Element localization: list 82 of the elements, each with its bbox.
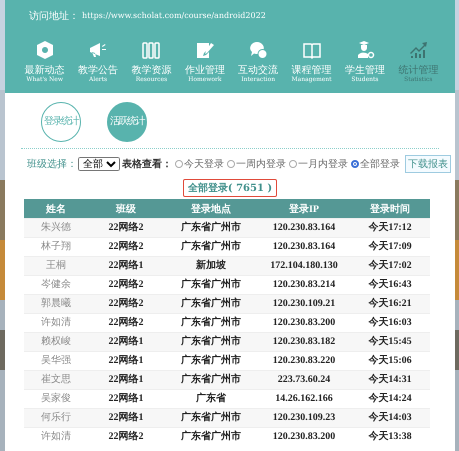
table-cell: 120.230.83.220 <box>258 352 350 370</box>
table-cell: 120.230.83.164 <box>258 218 350 238</box>
table-cell: 22网络1 <box>88 332 164 352</box>
column-header: 班级 <box>88 199 164 218</box>
table-cell: 广东省广州市 <box>164 370 258 390</box>
column-header: 登录IP <box>258 199 350 218</box>
class-label: 班级选择： <box>27 158 77 171</box>
table-cell: 赖权峻 <box>24 332 88 352</box>
table-cell: 今天14:31 <box>350 370 430 390</box>
table-cell: 郭晨曦 <box>24 294 88 314</box>
radio-button[interactable] <box>351 160 359 168</box>
stat-tab[interactable]: 登录统计 <box>41 102 81 142</box>
view-label: 表格查看： <box>122 158 172 171</box>
table-cell: 广东省广州市 <box>164 314 258 332</box>
radio-button[interactable] <box>289 160 297 168</box>
table-cell: 吴华强 <box>24 352 88 370</box>
table-cell: 22网络2 <box>88 276 164 294</box>
table-cell: 172.104.180.130 <box>258 256 350 276</box>
rising-chart-icon <box>408 40 428 60</box>
radio-label: 一月内登录 <box>298 158 348 171</box>
chat-bubbles-icon <box>248 40 268 60</box>
table-cell: 14.26.162.166 <box>258 390 350 408</box>
table-cell: 今天16:03 <box>350 314 430 332</box>
table-cell: 22网络1 <box>88 390 164 408</box>
stat-tab[interactable]: 活跃统计 <box>107 102 147 142</box>
table-cell: 林子翔 <box>24 238 88 256</box>
table-cell: 吴家俊 <box>24 390 88 408</box>
table-cell: 今天14:24 <box>350 390 430 408</box>
column-header: 登录时间 <box>350 199 430 218</box>
table-cell: 朱兴德 <box>24 218 88 238</box>
table-cell: 新加坡 <box>164 256 258 276</box>
radio-label: 一周内登录 <box>236 158 286 171</box>
table-cell: 王桐 <box>24 256 88 276</box>
table-cell: 120.230.83.164 <box>258 238 350 256</box>
table-cell: 今天17:02 <box>350 256 430 276</box>
table-cell: 崔文思 <box>24 370 88 390</box>
radio-button[interactable] <box>227 160 235 168</box>
table-cell: 今天15:45 <box>350 332 430 352</box>
table-cell: 223.73.60.24 <box>258 370 350 390</box>
url-text: https://www.scholat.com/course/android2022 <box>82 11 266 20</box>
table-cell: 120.230.83.200 <box>258 314 350 332</box>
table-cell: 今天16:21 <box>350 294 430 314</box>
radio-button[interactable] <box>175 160 183 168</box>
table-cell: 广东省广州市 <box>164 218 258 238</box>
column-header: 登录地点 <box>164 199 258 218</box>
class-select[interactable]: 全部 <box>78 157 120 171</box>
download-button[interactable]: 下载报表 <box>405 155 451 173</box>
table-cell: 今天14:03 <box>350 408 430 428</box>
table-cell: 22网络1 <box>88 408 164 428</box>
table-cell: 广东省 <box>164 390 258 408</box>
column-header: 姓名 <box>24 199 88 218</box>
radio-label: 全部登录 <box>360 158 400 171</box>
table-cell: 广东省广州市 <box>164 332 258 352</box>
table-cell: 22网络1 <box>88 352 164 370</box>
table-cell: 22网络2 <box>88 294 164 314</box>
document-pen-icon <box>194 40 215 60</box>
table-cell: 120.230.83.214 <box>258 276 350 294</box>
table-cell: 今天15:06 <box>350 352 430 370</box>
table-cell: 广东省广州市 <box>164 352 258 370</box>
table-cell: 22网络1 <box>88 370 164 390</box>
table-cell: 120.230.109.21 <box>258 294 350 314</box>
table-cell: 岑健余 <box>24 276 88 294</box>
table-cell: 120.230.83.182 <box>258 332 350 352</box>
table-cell: 今天17:12 <box>350 218 430 238</box>
table-cell: 许如清 <box>24 314 88 332</box>
table-cell: 今天17:09 <box>350 238 430 256</box>
table-cell: 何乐行 <box>24 408 88 428</box>
table-cell: 22网络2 <box>88 238 164 256</box>
url-label: 访问地址： <box>29 10 79 22</box>
radio-label: 今天登录 <box>184 158 224 171</box>
table-title: 全部登录( 7651 ) <box>182 179 278 197</box>
megaphone-icon <box>88 40 108 60</box>
table-cell: 广东省广州市 <box>164 408 258 428</box>
table-cell: 广东省广州市 <box>164 238 258 256</box>
table-cell: 22网络2 <box>88 218 164 238</box>
table-cell: 22网络1 <box>88 256 164 276</box>
table-cell: 120.230.109.23 <box>258 408 350 428</box>
binders-icon <box>141 40 162 60</box>
table-cell: 今天16:43 <box>350 276 430 294</box>
table-cell: 22网络2 <box>88 314 164 332</box>
table-cell: 广东省广州市 <box>164 294 258 314</box>
table-cell: 广东省广州市 <box>164 276 258 294</box>
